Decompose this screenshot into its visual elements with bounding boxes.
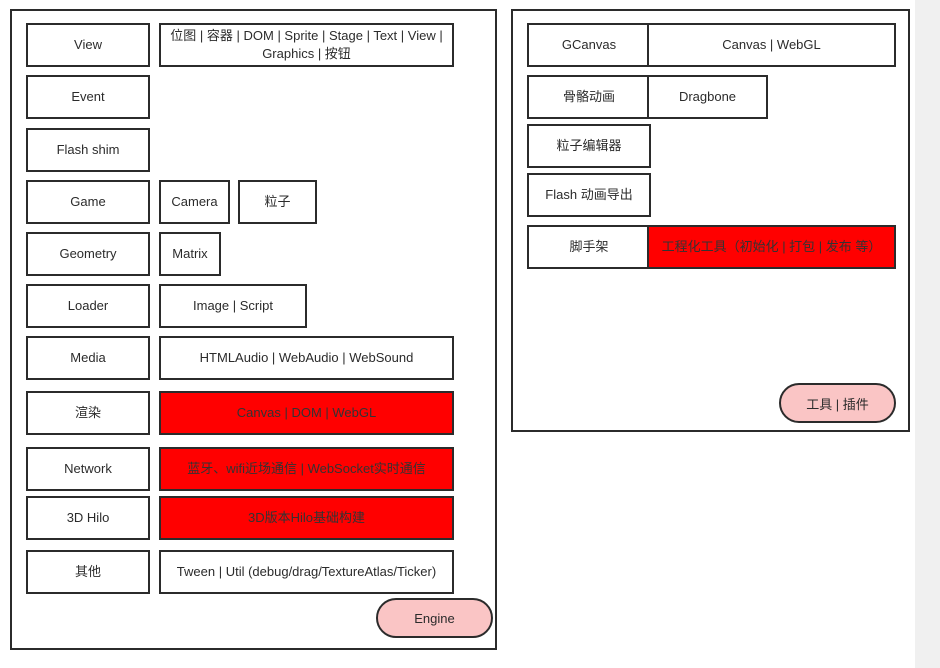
engine-row-other-detail[interactable]: Tween | Util (debug/drag/TextureAtlas/Ti…	[159, 550, 454, 594]
tools-row-scaffold-label[interactable]: 脚手架	[527, 225, 651, 269]
engine-row-game-detail-particle[interactable]: 粒子	[238, 180, 317, 224]
engine-row-3d-hilo-detail[interactable]: 3D版本Hilo基础构建	[159, 496, 454, 540]
engine-row-network-detail[interactable]: 蓝牙、wifi近场通信 | WebSocket实时通信	[159, 447, 454, 491]
tools-badge[interactable]: 工具 | 插件	[779, 383, 896, 423]
tools-row-skeletal-animation-label[interactable]: 骨骼动画	[527, 75, 651, 119]
engine-row-loader-detail[interactable]: Image | Script	[159, 284, 307, 328]
engine-row-media-detail[interactable]: HTMLAudio | WebAudio | WebSound	[159, 336, 454, 380]
tools-row-gcanvas-detail[interactable]: Canvas | WebGL	[647, 23, 896, 67]
engine-row-render-label[interactable]: 渲染	[26, 391, 150, 435]
engine-row-3d-hilo-label[interactable]: 3D Hilo	[26, 496, 150, 540]
engine-row-game-label[interactable]: Game	[26, 180, 150, 224]
engine-row-loader-label[interactable]: Loader	[26, 284, 150, 328]
engine-row-network-label[interactable]: Network	[26, 447, 150, 491]
engine-panel: View 位图 | 容器 | DOM | Sprite | Stage | Te…	[10, 9, 497, 650]
engine-row-geometry-detail[interactable]: Matrix	[159, 232, 221, 276]
page-margin-strip	[915, 0, 940, 668]
engine-row-view-detail[interactable]: 位图 | 容器 | DOM | Sprite | Stage | Text | …	[159, 23, 454, 67]
tools-row-scaffold-detail[interactable]: 工程化工具（初始化 | 打包 | 发布 等）	[647, 225, 896, 269]
engine-row-game-detail-camera[interactable]: Camera	[159, 180, 230, 224]
engine-row-event-label[interactable]: Event	[26, 75, 150, 119]
engine-badge[interactable]: Engine	[376, 598, 493, 638]
engine-row-media-label[interactable]: Media	[26, 336, 150, 380]
engine-row-geometry-label[interactable]: Geometry	[26, 232, 150, 276]
engine-row-other-label[interactable]: 其他	[26, 550, 150, 594]
engine-row-render-detail[interactable]: Canvas | DOM | WebGL	[159, 391, 454, 435]
tools-row-gcanvas-label[interactable]: GCanvas	[527, 23, 651, 67]
engine-row-flash-shim-label[interactable]: Flash shim	[26, 128, 150, 172]
tools-row-particle-editor-label[interactable]: 粒子编辑器	[527, 124, 651, 168]
tools-row-flash-export-label[interactable]: Flash 动画导出	[527, 173, 651, 217]
engine-row-view-label[interactable]: View	[26, 23, 150, 67]
tools-panel: GCanvas Canvas | WebGL 骨骼动画 Dragbone 粒子编…	[511, 9, 910, 432]
tools-row-skeletal-animation-detail[interactable]: Dragbone	[647, 75, 768, 119]
diagram-canvas: View 位图 | 容器 | DOM | Sprite | Stage | Te…	[0, 0, 915, 668]
